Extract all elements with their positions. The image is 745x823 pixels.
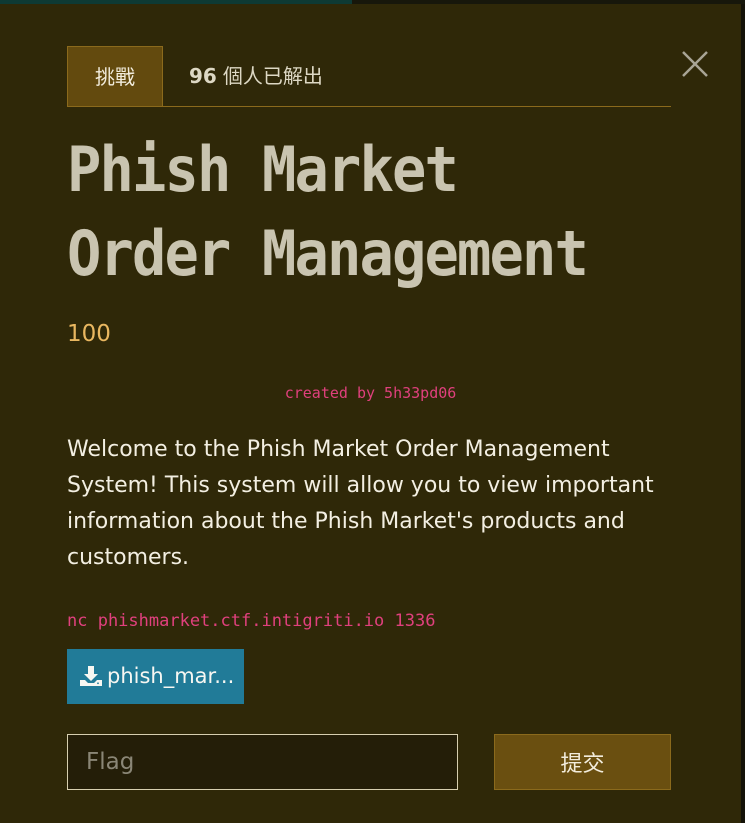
modal-tabs: 挑戰 96 個人已解出 <box>67 46 671 107</box>
tab-solves[interactable]: 96 個人已解出 <box>189 46 323 106</box>
solves-label: 個人已解出 <box>222 64 323 88</box>
challenge-modal: 挑戰 96 個人已解出 Phish Market Order Management… <box>0 4 745 823</box>
challenge-author: created by 5h33pd06 <box>284 384 457 402</box>
tab-challenge[interactable]: 挑戰 <box>67 46 163 106</box>
file-name-label: phish_mar... <box>107 664 235 688</box>
challenge-description: Welcome to the Phish Market Order Manage… <box>67 437 654 570</box>
close-icon[interactable] <box>679 48 711 80</box>
download-icon <box>79 653 103 704</box>
flag-input[interactable] <box>67 734 458 790</box>
file-download-button[interactable]: phish_mar... <box>67 649 244 704</box>
submit-button[interactable]: 提交 <box>494 734 671 790</box>
challenge-points: 100 <box>67 321 111 347</box>
connection-command: nc phishmarket.ctf.intigriti.io 1336 <box>67 611 436 631</box>
challenge-title: Phish Market Order Management <box>67 133 589 290</box>
solves-count: 96 <box>189 64 217 88</box>
